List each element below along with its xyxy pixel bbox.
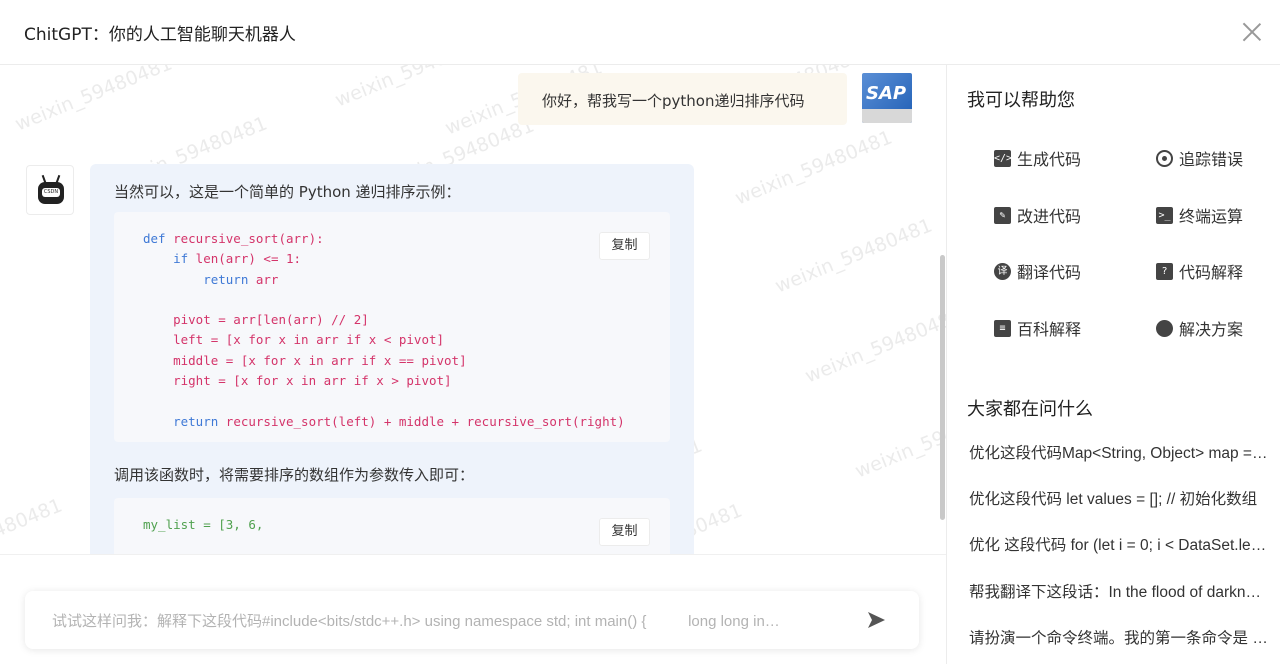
question-icon: ? xyxy=(1156,262,1173,280)
edit-icon: ✎ xyxy=(994,206,1011,224)
terminal-icon: >_ xyxy=(1156,206,1173,224)
code-block: my_list = [3, 6, 复制 xyxy=(114,498,670,554)
copy-button[interactable]: 复制 xyxy=(599,232,650,260)
code-text: my_list = [3, 6, xyxy=(143,517,264,532)
feature-solution[interactable]: 解决方案 xyxy=(1156,316,1243,340)
book-icon: ≡ xyxy=(994,319,1011,337)
feature-terminal[interactable]: >_ 终端运算 xyxy=(1156,203,1243,227)
code-line: if len(arr) <= 1: xyxy=(143,251,302,267)
watermark: weixin_59480481 xyxy=(331,65,496,112)
feature-improve-code[interactable]: ✎ 改进代码 xyxy=(994,203,1081,227)
send-icon[interactable] xyxy=(866,610,886,630)
code-text: def recursive_sort(arr): if len(arr) <= … xyxy=(143,229,625,432)
feature-encyclopedia[interactable]: ≡ 百科解释 xyxy=(994,316,1081,340)
code-line: return recursive_sort(left) + middle + r… xyxy=(143,413,625,429)
translate-icon: 译 xyxy=(994,262,1011,280)
code-icon: </> xyxy=(994,149,1012,167)
copy-button[interactable]: 复制 xyxy=(599,518,650,546)
question-item[interactable]: 请扮演一个命令终端。我的第一条命令是 pwd xyxy=(969,626,1269,648)
bot-avatar-icon: CSDN xyxy=(26,165,74,215)
bot-message: 当然可以，这是一个简单的 Python 递归排序示例： def recursiv… xyxy=(90,164,694,554)
feature-translate-code[interactable]: 译 翻译代码 xyxy=(994,259,1081,283)
code-line: right = [x for x in arr if x > pivot] xyxy=(143,373,452,389)
avatar-text: SAP xyxy=(866,83,907,104)
bot-intro-text: 当然可以，这是一个简单的 Python 递归排序示例： xyxy=(114,183,461,201)
question-item[interactable]: 优化 这段代码 for (let i = 0; i < DataSet.leng… xyxy=(969,533,1269,555)
bot-middle-text: 调用该函数时，将需要排序的数组作为参数传入即可： xyxy=(114,466,475,484)
watermark: weixin_59480481 xyxy=(0,494,66,554)
close-icon[interactable] xyxy=(1238,18,1266,46)
watermark: weixin_59480481 xyxy=(851,399,946,483)
feature-explain-code[interactable]: ? 代码解释 xyxy=(1156,259,1243,283)
bulb-icon xyxy=(1156,319,1173,337)
code-line: left = [x for x in arr if x < pivot] xyxy=(143,332,445,348)
header: ChitGPT：你的人工智能聊天机器人 xyxy=(0,0,1280,65)
input-area xyxy=(0,554,946,664)
feature-generate-code[interactable]: </> 生成代码 xyxy=(994,146,1081,170)
watermark: weixin_59480481 xyxy=(801,304,946,388)
question-item[interactable]: 优化这段代码Map<String, Object> map = new Hash… xyxy=(969,441,1269,463)
help-title: 我可以帮助您 xyxy=(967,90,1075,111)
watermark: weixin_59480481 xyxy=(771,214,936,298)
code-line: pivot = arr[len(arr) // 2] xyxy=(143,312,369,328)
avatar: SAP xyxy=(862,73,912,123)
feature-trace-error[interactable]: 追踪错误 xyxy=(1156,146,1243,170)
code-block: def recursive_sort(arr): if len(arr) <= … xyxy=(114,212,670,442)
chat-input-box[interactable] xyxy=(25,591,919,649)
chat-input[interactable] xyxy=(52,610,862,632)
questions-title: 大家都在问什么 xyxy=(967,399,1093,420)
code-line: return arr xyxy=(143,271,279,287)
chat-area[interactable]: weixin_59480481 weixin_59480481 weixin_5… xyxy=(0,65,946,554)
scrollbar-thumb[interactable] xyxy=(940,255,945,520)
question-item[interactable]: 帮我翻译下这段话：In the flood of darkness, hope … xyxy=(969,580,1269,602)
question-item[interactable]: 优化这段代码 let values = []; // 初始化数组 xyxy=(969,487,1269,509)
page-title: ChitGPT：你的人工智能聊天机器人 xyxy=(24,25,296,45)
user-message: 你好，帮我写一个python递归排序代码 xyxy=(518,73,847,125)
target-icon xyxy=(1156,149,1173,167)
right-panel: 我可以帮助您 </> 生成代码 追踪错误 ✎ 改进代码 >_ 终端运算 译 翻译… xyxy=(946,65,1280,664)
scrollbar[interactable] xyxy=(938,65,946,554)
watermark: weixin_59480481 xyxy=(731,126,896,210)
watermark: weixin_59480481 xyxy=(11,65,176,136)
code-line: def recursive_sort(arr): xyxy=(143,231,324,246)
code-line: middle = [x for x in arr if x == pivot] xyxy=(143,352,467,368)
